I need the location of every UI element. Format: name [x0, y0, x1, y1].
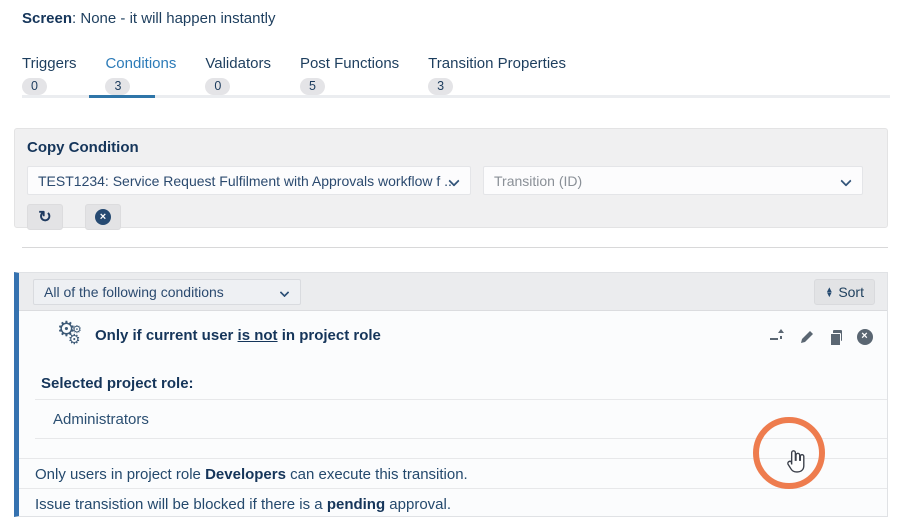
condition-group-value: All of the following conditions	[44, 284, 224, 300]
transition-select-placeholder: Transition (ID)	[494, 173, 582, 189]
condition-group-select[interactable]: All of the following conditions	[33, 279, 301, 305]
tab-post-functions[interactable]: Post Functions 5	[300, 55, 399, 95]
sort-icon: ▲▼	[825, 287, 833, 297]
condition-message-row: Issue transistion will be blocked if the…	[19, 488, 887, 518]
screen-value: : None - it will happen instantly	[72, 10, 275, 27]
copy-icon[interactable]	[827, 328, 844, 345]
edit-icon[interactable]	[798, 328, 815, 345]
tab-triggers[interactable]: Triggers 0	[22, 55, 76, 95]
screen-summary: Screen: None - it will happen instantly	[22, 10, 275, 27]
tab-conditions[interactable]: Conditions 3	[105, 55, 176, 95]
section-divider	[22, 247, 888, 248]
selected-role-value: Administrators	[19, 400, 887, 438]
condition-actions: ×	[769, 328, 873, 345]
workflow-transition-editor: Screen: None - it will happen instantly …	[0, 0, 898, 524]
clear-copy-condition-button[interactable]: ×	[85, 204, 121, 230]
tab-validators[interactable]: Validators 0	[205, 55, 271, 95]
sort-label: Sort	[838, 284, 864, 300]
tab-count-badge: 0	[22, 78, 47, 95]
tab-count-badge: 3	[105, 78, 130, 95]
tab-count-badge: 3	[428, 78, 453, 95]
condition-title: Only if current user is not in project r…	[95, 327, 381, 344]
close-circle-icon: ×	[95, 209, 111, 225]
transition-tabs: Triggers 0 Conditions 3 Validators 0 Pos…	[22, 55, 566, 95]
tab-count-badge: 5	[300, 78, 325, 95]
tab-label: Post Functions	[300, 55, 399, 72]
tab-count-badge: 0	[205, 78, 230, 95]
condition-item-footer	[19, 439, 887, 458]
chevron-down-icon	[280, 288, 290, 298]
tab-transition-properties[interactable]: Transition Properties 3	[428, 55, 566, 95]
refresh-icon: ↻	[38, 207, 51, 227]
active-tab-indicator	[89, 95, 155, 98]
conditions-panel: All of the following conditions ▲▼ Sort …	[14, 272, 888, 517]
tab-label: Triggers	[22, 55, 76, 72]
condition-message-row: Only users in project role Developers ca…	[19, 458, 887, 488]
refresh-button[interactable]: ↻	[27, 204, 63, 230]
transition-select[interactable]: Transition (ID)	[483, 166, 863, 195]
tab-label: Transition Properties	[428, 55, 566, 72]
delete-icon[interactable]: ×	[856, 328, 873, 345]
workflow-select-value: TEST1234: Service Request Fulfilment wit…	[38, 173, 456, 189]
tab-label: Conditions	[105, 55, 176, 72]
screen-label: Screen	[22, 10, 72, 27]
chevron-down-icon	[840, 175, 851, 186]
copy-condition-panel: Copy Condition TEST1234: Service Request…	[14, 128, 888, 228]
copy-condition-title: Copy Condition	[27, 139, 139, 156]
sort-button[interactable]: ▲▼ Sort	[814, 279, 875, 305]
move-transition-icon[interactable]	[769, 328, 786, 345]
tab-label: Validators	[205, 55, 271, 72]
condition-item: ⚙ ⚙ ⚙ Only if current user is not in pro…	[19, 311, 887, 361]
selected-role-label: Selected project role:	[19, 361, 887, 399]
conditions-header: All of the following conditions ▲▼ Sort	[19, 273, 887, 311]
gears-icon: ⚙ ⚙ ⚙	[57, 319, 91, 353]
workflow-select[interactable]: TEST1234: Service Request Fulfilment wit…	[27, 166, 471, 195]
